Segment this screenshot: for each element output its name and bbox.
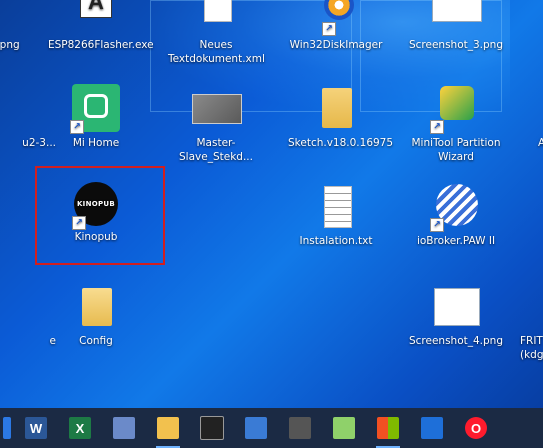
taskbar-app[interactable] (0, 408, 14, 448)
notepad-icon (333, 417, 355, 439)
desktop-icon-instalation[interactable]: Instalation.txt (288, 182, 384, 248)
file-explorer-icon (157, 417, 179, 439)
taskbar-store[interactable] (366, 408, 410, 448)
image-file-icon (432, 282, 480, 330)
desktop-icon-esp8266flasher[interactable]: A ESP8266Flasher.exe (48, 0, 154, 52)
desktop-icon-minitool[interactable]: ↗ MiniTool Partition Wizard (408, 84, 504, 164)
desktop-icon-a[interactable]: A (496, 84, 543, 150)
taskbar-lock-app[interactable] (278, 408, 322, 448)
minitool-icon: ↗ (430, 84, 480, 134)
mi-home-icon: ↗ (70, 84, 120, 134)
icon-label: Screenshot_4.png (408, 335, 504, 347)
taskbar: W X O (0, 408, 543, 448)
icon-label: Win32DiskImager (289, 39, 383, 51)
opera-icon: O (465, 417, 487, 439)
folder-icon (72, 282, 120, 330)
selection-highlight (35, 166, 165, 265)
desktop-icon-mi-home[interactable]: ↗ Mi Home (48, 84, 144, 150)
file-icon (0, 282, 32, 330)
taskbar-file-explorer[interactable] (146, 408, 190, 448)
desktop-icon-neues-textdokument[interactable]: Neues Textdokument.xml (168, 0, 265, 66)
taskbar-word[interactable]: W (14, 408, 58, 448)
taskbar-opera[interactable]: O (454, 408, 498, 448)
tv-app-icon (113, 417, 135, 439)
image-file-icon (432, 0, 482, 34)
shortcut-arrow-icon: ↗ (322, 22, 336, 36)
icon-label: ioBroker.PAW II (416, 235, 496, 247)
taskbar-tv-app[interactable] (102, 408, 146, 448)
icon-label: MiniTool Partition Wizard (411, 137, 501, 163)
icon-label: Master-Slave_Stekd... (179, 137, 253, 163)
win32diskimager-icon: ↗ (312, 0, 360, 36)
excel-icon: X (69, 417, 91, 439)
text-file-icon (312, 182, 360, 230)
desktop-icon-frit[interactable]: FRIT (kdg (496, 282, 543, 362)
icon-label: Neues Textdokument.xml (168, 39, 265, 65)
desktop-icon-iobroker[interactable]: ↗ ioBroker.PAW II (408, 182, 504, 248)
file-icon (0, 84, 32, 132)
esp8266flasher-icon: A (72, 0, 120, 34)
icon-label: FRIT (kdg (520, 335, 543, 361)
desktop-icon-master-slave[interactable]: Master-Slave_Stekd... (168, 84, 264, 164)
word-icon: W (25, 417, 47, 439)
iobroker-icon: ↗ (430, 182, 480, 232)
app-icon (502, 282, 543, 330)
icon-label: Instalation.txt (299, 235, 373, 247)
mail-icon (421, 417, 443, 439)
taskbar-excel[interactable]: X (58, 408, 102, 448)
taskbar-terminal[interactable] (190, 408, 234, 448)
network-icon (245, 417, 267, 439)
shortcut-arrow-icon: ↗ (70, 120, 84, 134)
icon-label: Mi Home (72, 137, 120, 149)
app-icon (3, 417, 11, 439)
desktop-icon-screenshot-4[interactable]: Screenshot_4.png (408, 282, 504, 348)
store-icon (377, 417, 399, 439)
icon-label: Config (79, 335, 113, 347)
taskbar-network[interactable] (234, 408, 278, 448)
lock-app-icon (289, 417, 311, 439)
icon-label: Sketch.v18.0.16975 (288, 137, 394, 149)
image-file-icon (192, 84, 242, 132)
icon-label: Screenshot_3.png (408, 39, 504, 51)
terminal-icon (200, 416, 224, 440)
taskbar-mail[interactable] (410, 408, 454, 448)
icon-label: A (538, 137, 543, 149)
desktop-icon-config[interactable]: Config (48, 282, 144, 348)
desktop-icon-sketch[interactable]: Sketch.v18.0.16975 (288, 84, 394, 150)
desktop-icon-win32diskimager[interactable]: ↗ Win32DiskImager (288, 0, 384, 52)
desktop-icon-screenshot-3[interactable]: Screenshot_3.png (408, 0, 504, 52)
folder-icon (312, 84, 360, 132)
icon-label: ESP8266Flasher.exe (48, 39, 154, 51)
image-file-icon (0, 0, 32, 34)
shortcut-arrow-icon: ↗ (430, 218, 444, 232)
taskbar-notepad[interactable] (322, 408, 366, 448)
app-icon (502, 84, 543, 132)
shortcut-arrow-icon: ↗ (430, 120, 444, 134)
xml-file-icon (192, 0, 240, 34)
